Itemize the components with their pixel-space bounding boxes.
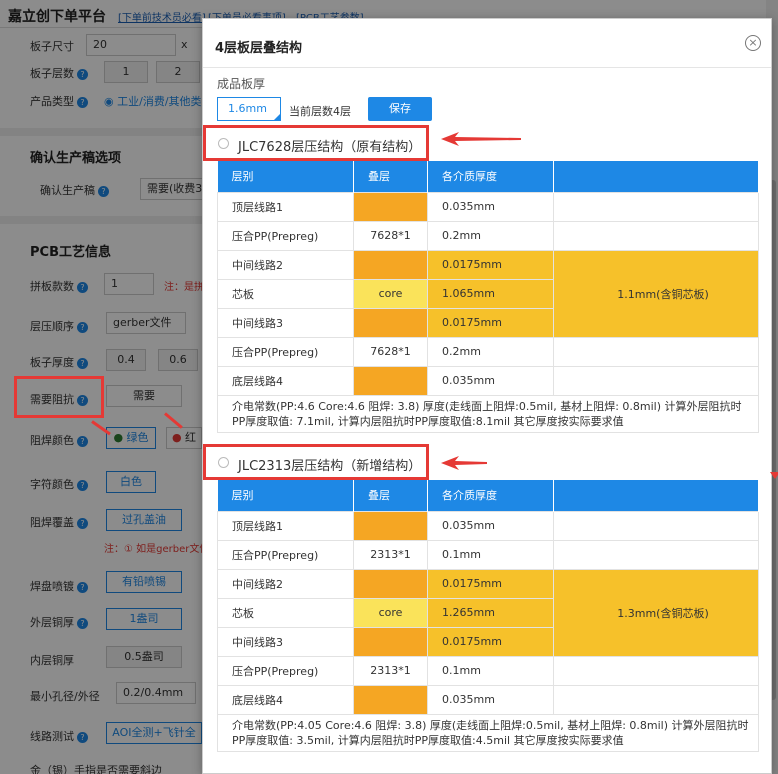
cell-stack: 7628*1 [353,220,428,251]
table-row: 压合PP(Prepreg) 2313*1 0.1mm [217,539,759,570]
cell-stack: core [353,278,428,309]
cell-thickness: 0.035mm [427,510,554,541]
structure-1-title: JLC7628层压结构（原有结构） [238,140,422,155]
cell-layer: 芯板 [217,278,354,309]
cell-total [553,336,759,367]
cell-layer: 底层线路4 [217,365,354,396]
cell-layer: 中间线路3 [217,626,354,657]
cell-layer: 中间线路2 [217,249,354,280]
cell-layer: 顶层线路1 [217,510,354,541]
cell-thickness: 0.2mm [427,220,554,251]
col-header-total [553,480,759,511]
cell-layer: 芯板 [217,597,354,628]
col-header-layer: 层别 [217,161,354,192]
col-header-stack: 叠层 [353,480,428,511]
table-note-row: 介电常数(PP:4.05 Core:4.6 阻焊: 3.8) 厚度(走线面上阻焊… [217,713,759,752]
cell-layer: 压合PP(Prepreg) [217,655,354,686]
cell-total [553,510,759,541]
table-row: 压合PP(Prepreg) 2313*1 0.1mm [217,655,759,686]
structure-1-highlight[interactable]: JLC7628层压结构（原有结构） [203,125,429,161]
cell-total [553,539,759,570]
red-arrow-icon [441,132,521,146]
cell-thickness: 0.0175mm [427,626,554,657]
close-icon[interactable]: × [745,35,761,51]
table-row: 压合PP(Prepreg) 7628*1 0.2mm [217,336,759,367]
cell-total [553,655,759,686]
modal-title: 4层板层叠结构 [215,41,303,56]
cell-layer: 中间线路2 [217,568,354,599]
finished-thickness-label: 成品板厚 [217,77,266,91]
cell-stack [353,568,428,599]
structure-1-note: 介电常数(PP:4.6 Core:4.6 阻焊: 3.8) 厚度(走线面上阻焊:… [217,394,759,433]
cell-core-total: 1.1mm(含铜芯板) [553,249,759,338]
col-header-thickness: 各介质厚度 [427,480,554,511]
cell-layer: 底层线路4 [217,684,354,715]
cell-total [553,191,759,222]
cell-layer: 中间线路3 [217,307,354,338]
cell-stack [353,307,428,338]
cell-thickness: 0.1mm [427,655,554,686]
cell-stack [353,510,428,541]
structure-2-highlight[interactable]: JLC2313层压结构（新增结构） [203,444,429,480]
structure-2-note: 介电常数(PP:4.05 Core:4.6 阻焊: 3.8) 厚度(走线面上阻焊… [217,713,759,752]
table-row: 底层线路4 0.035mm [217,365,759,396]
cell-thickness: 1.265mm [427,597,554,628]
cell-layer: 压合PP(Prepreg) [217,336,354,367]
cell-thickness: 0.035mm [427,684,554,715]
cell-stack: 2313*1 [353,655,428,686]
table-header-row: 层别 叠层 各介质厚度 [217,480,759,511]
table-row: 中间线路2 0.0175mm 1.3mm(含铜芯板) [217,568,759,657]
cell-stack [353,191,428,222]
cell-stack [353,249,428,280]
col-header-stack: 叠层 [353,161,428,192]
impedance-highlight-box [14,376,104,418]
cell-stack: core [353,597,428,628]
table-row: 顶层线路1 0.035mm [217,191,759,222]
cell-stack: 2313*1 [353,539,428,570]
stackup-table-1: 层别 叠层 各介质厚度 顶层线路1 0.035mm 压合PP(Prepreg) … [217,161,759,433]
cell-total [553,684,759,715]
cell-stack [353,626,428,657]
cell-thickness: 0.0175mm [427,307,554,338]
structure-2-radio[interactable] [218,457,229,468]
col-header-total [553,161,759,192]
modal-header-divider [203,67,771,68]
finished-thickness-select[interactable]: 1.6mm [217,97,281,121]
cell-layer: 压合PP(Prepreg) [217,220,354,251]
cell-thickness: 0.0175mm [427,568,554,599]
cell-thickness: 0.035mm [427,365,554,396]
stackup-modal: 4层板层叠结构 × 成品板厚 1.6mm 当前层数4层 保存 JLC7628层压… [202,18,778,774]
table-row: 压合PP(Prepreg) 7628*1 0.2mm [217,220,759,251]
cell-thickness: 0.035mm [427,191,554,222]
cell-thickness: 0.0175mm [427,249,554,280]
table-header-row: 层别 叠层 各介质厚度 [217,161,759,192]
stackup-table-2: 层别 叠层 各介质厚度 顶层线路1 0.035mm 压合PP(Prepreg) … [217,480,759,752]
red-arrow-icon [441,456,487,470]
cell-layer: 顶层线路1 [217,191,354,222]
dropdown-marker-icon [770,472,778,479]
table-row: 顶层线路1 0.035mm [217,510,759,541]
table-row: 底层线路4 0.035mm [217,684,759,715]
cell-layer: 压合PP(Prepreg) [217,539,354,570]
cell-total [553,220,759,251]
table-row: 中间线路2 0.0175mm 1.1mm(含铜芯板) [217,249,759,338]
cell-thickness: 0.2mm [427,336,554,367]
col-header-layer: 层别 [217,480,354,511]
cell-core-total: 1.3mm(含铜芯板) [553,568,759,657]
current-layers-text: 当前层数4层 [289,105,351,118]
cell-stack [353,684,428,715]
cell-thickness: 0.1mm [427,539,554,570]
save-button[interactable]: 保存 [368,97,432,121]
selected-corner-icon [274,114,280,120]
cell-stack: 7628*1 [353,336,428,367]
table-note-row: 介电常数(PP:4.6 Core:4.6 阻焊: 3.8) 厚度(走线面上阻焊:… [217,394,759,433]
structure-2-title: JLC2313层压结构（新增结构） [238,459,422,474]
col-header-thickness: 各介质厚度 [427,161,554,192]
cell-stack [353,365,428,396]
cell-thickness: 1.065mm [427,278,554,309]
cell-total [553,365,759,396]
structure-1-radio[interactable] [218,138,229,149]
